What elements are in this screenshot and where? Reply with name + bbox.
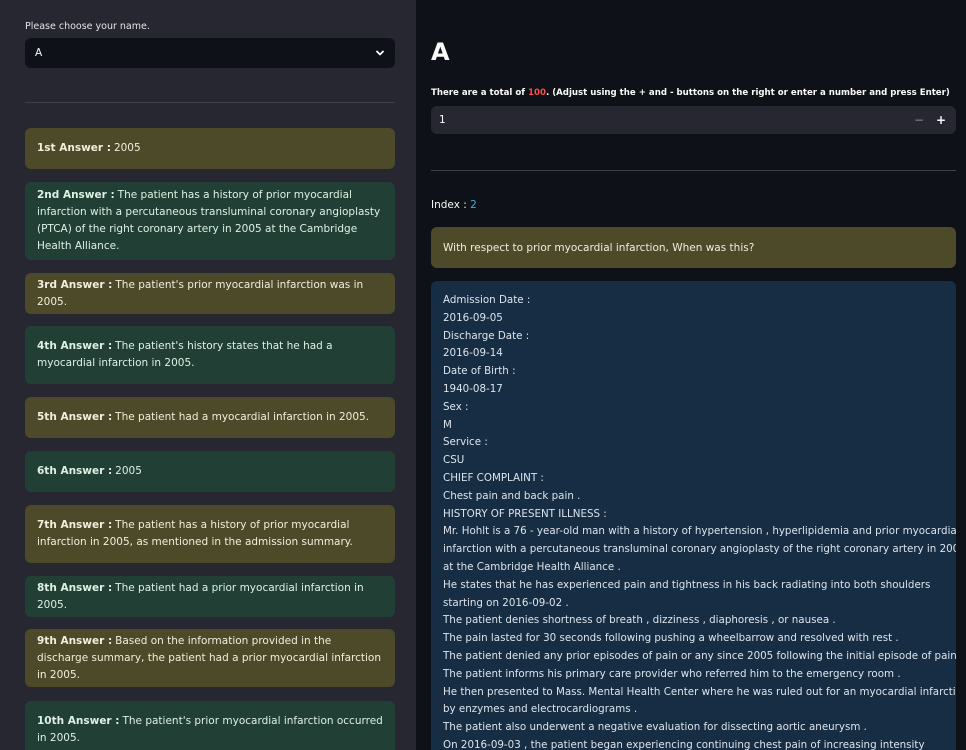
document-line: infarction with a percutaneous translumi… <box>443 543 956 556</box>
answer-card: 7th Answer : The patient has a history of… <box>25 505 395 563</box>
sidebar: Please choose your name. A 1st Answer :2… <box>0 0 416 750</box>
total-suffix: . (Adjust using the + and - buttons on t… <box>545 88 950 98</box>
answer-number: 6th Answer : <box>37 465 113 477</box>
document-line: He then presented to Mass. Mental Health… <box>443 685 956 698</box>
answer-card: 6th Answer :2005 <box>25 451 395 492</box>
name-select[interactable]: A <box>25 38 395 68</box>
document-line: The patient denied any prior episodes of… <box>443 649 956 662</box>
document-line: Admission Date : <box>443 294 531 306</box>
answer-card: 4th Answer : The patient's history states… <box>25 326 395 384</box>
answer-number: 8th Answer : <box>37 581 113 594</box>
answer-text: 2005 <box>113 142 141 154</box>
document-line: The patient denies shortness of breath ,… <box>443 614 836 627</box>
document-line: On 2016-09-03 , the patient began experi… <box>443 738 925 750</box>
chevron-down-icon <box>376 50 384 56</box>
index-number-input[interactable]: 1 − + <box>431 106 956 134</box>
index-label: Index : <box>431 199 467 211</box>
answer-number: 4th Answer : <box>37 340 113 352</box>
document-line: CSU <box>443 454 465 467</box>
sidebar-divider <box>25 102 395 103</box>
index-line: Index : 2 <box>431 199 477 211</box>
answer-number: 2nd Answer : <box>37 189 115 201</box>
document-line: Chest pain and back pain . <box>443 489 581 502</box>
name-select-value: A <box>35 47 43 59</box>
answer-number: 3rd Answer : <box>37 278 113 291</box>
answer-card: 9th Answer : Based on the information pro… <box>25 629 395 687</box>
answer-card: 10th Answer : The patient's prior myocard… <box>25 701 395 750</box>
answer-card: 3rd Answer : The patient's prior myocardi… <box>25 273 395 314</box>
question-box: With respect to prior myocardial infarct… <box>431 227 956 268</box>
answer-card: 8th Answer : The patient had a prior myoc… <box>25 576 395 617</box>
question-text: With respect to prior myocardial infarct… <box>443 241 755 254</box>
decrement-button[interactable]: − <box>908 106 930 134</box>
document-line: Date of Birth : <box>443 365 516 378</box>
increment-button[interactable]: + <box>930 106 952 134</box>
document-line: M <box>443 418 452 431</box>
answer-text: The patient had a myocardial infarction … <box>115 411 370 423</box>
number-input-value: 1 <box>439 114 446 126</box>
main-panel: A There are a total of 100. (Adjust usin… <box>416 0 966 750</box>
document-box: Admission Date : 2016-09-05 Discharge Da… <box>431 281 956 750</box>
document-line: at the Cambridge Health Alliance . <box>443 560 621 573</box>
answer-number: 7th Answer : <box>37 519 113 531</box>
document-line: HISTORY OF PRESENT ILLNESS : <box>443 507 607 520</box>
document-line: Discharge Date : <box>443 329 530 342</box>
answer-card: 5th Answer : The patient had a myocardial… <box>25 397 395 438</box>
document-line: He states that he has experienced pain a… <box>443 578 931 591</box>
document-line: by enzymes and electrocardiograms . <box>443 703 638 716</box>
answer-card: 2nd Answer : The patient has a history of… <box>25 182 395 260</box>
document-line: 2016-09-14 <box>443 347 503 360</box>
document-line: CHIEF COMPLAINT : <box>443 471 544 484</box>
total-count: 100 <box>528 88 546 98</box>
document-line: The patient informs his primary care pro… <box>443 667 901 680</box>
document-line: starting on 2016-09-02 . <box>443 596 569 609</box>
document-line: Service : <box>443 436 488 449</box>
document-line: 1940-08-17 <box>443 382 503 395</box>
answer-text: 2005 <box>115 465 142 477</box>
page-title: A <box>431 38 450 66</box>
answer-number: 10th Answer : <box>37 715 120 727</box>
answer-card: 1st Answer :2005 <box>25 128 395 169</box>
index-value: 2 <box>470 199 477 211</box>
answer-number: 5th Answer : <box>37 411 113 423</box>
document-line: 2016-09-05 <box>443 311 503 324</box>
main-divider <box>431 170 956 171</box>
answer-number: 9th Answer : <box>37 634 113 647</box>
answer-number: 1st Answer : <box>37 142 111 154</box>
name-select-label: Please choose your name. <box>25 21 150 32</box>
document-line: Sex : <box>443 400 469 413</box>
document-line: The pain lasted for 30 seconds following… <box>443 632 899 645</box>
document-line: Mr. Hohlt is a 76 - year-old man with a … <box>443 525 956 538</box>
document-line: The patient also underwent a negative ev… <box>443 721 867 734</box>
total-count-text: There are a total of 100. (Adjust using … <box>431 88 950 98</box>
total-prefix: There are a total of <box>431 88 526 98</box>
